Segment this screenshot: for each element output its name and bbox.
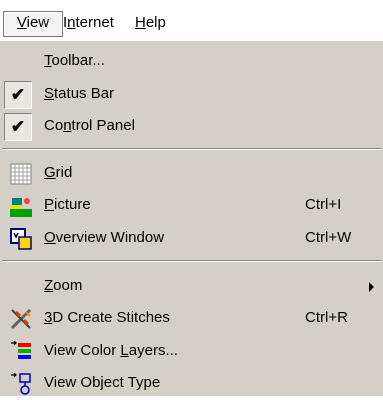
overview-window-icon [10,228,32,250]
menu-item-label: Picture [44,196,91,213]
shortcut-label: Ctrl+W [305,229,352,246]
checkmark-icon: ✔ [4,81,32,109]
menu-item-grid[interactable]: Grid [0,157,383,190]
menu-separator [2,148,381,150]
menu-item-label: Control Panel [44,117,135,134]
menu-item-label: View Color Layers... [44,342,178,359]
menu-item-label: View Object Type [44,374,161,391]
menu-item-view-color-layers[interactable]: View Color Layers... [0,335,383,368]
menu-item-3d-create-stitches[interactable]: 3D Create Stitches Ctrl+R [0,302,383,335]
menu-item-view-object-type[interactable]: View Object Type [0,367,383,400]
menu-internet[interactable]: Internet [63,12,114,34]
menu-item-label: Status Bar [44,85,115,102]
view-dropdown-menu: Toolbar... ✔ Status Bar ✔ Control Panel … [0,40,383,396]
menu-item-label: Toolbar... [44,52,105,69]
menu-bar: View Internet Help [0,0,383,44]
menu-item-label: Overview Window [44,229,165,246]
menu-item-label: Zoom [44,277,83,294]
menu-help[interactable]: Help [135,12,166,34]
menu-item-picture[interactable]: Picture Ctrl+I [0,189,383,222]
shortcut-label: Ctrl+I [305,196,342,213]
menu-item-toolbar[interactable]: Toolbar... [0,45,383,78]
menu-item-overview-window[interactable]: Overview Window Ctrl+W [0,222,383,255]
color-layers-icon [11,341,31,359]
shortcut-label: Ctrl+R [305,309,348,326]
checkmark-icon: ✔ [4,113,32,141]
menu-item-zoom[interactable]: Zoom [0,270,383,303]
3d-stitches-icon [10,308,32,330]
menu-separator [2,260,381,262]
menu-item-label: 3D Create Stitches [44,309,170,326]
menu-view[interactable]: View [3,11,63,37]
object-type-icon [11,373,31,395]
grid-icon [10,163,32,185]
menu-item-status-bar[interactable]: ✔ Status Bar [0,78,383,111]
menu-item-label: Grid [44,164,73,181]
submenu-arrow-icon [369,282,374,292]
picture-icon [10,198,32,217]
menu-item-control-panel[interactable]: ✔ Control Panel [0,110,383,143]
